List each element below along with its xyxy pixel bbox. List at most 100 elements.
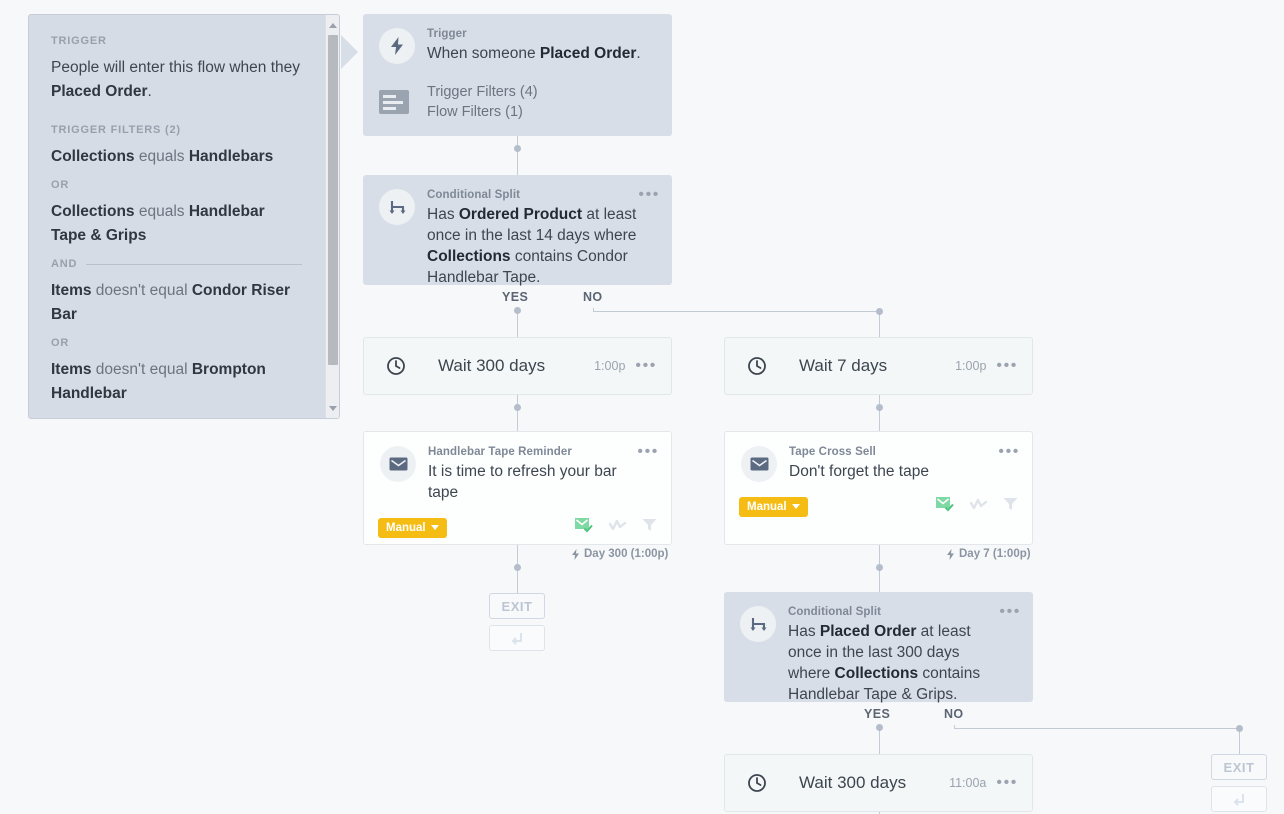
wait-card-bottom[interactable]: Wait 300 days 11:00a ••• <box>724 754 1033 812</box>
split-card-header: Conditional Split Has Placed Order at le… <box>724 592 1033 719</box>
split-text-1: Has <box>788 623 820 640</box>
send-mode-dropdown[interactable]: Manual <box>378 517 447 538</box>
filter-joiner-text: OR <box>51 179 70 191</box>
email-card-header: Tape Cross Sell Don't forget the tape <box>725 432 1032 488</box>
connector-dot <box>514 564 521 571</box>
filter-field: Items <box>51 282 92 299</box>
analytics-icon[interactable] <box>608 519 627 537</box>
trigger-filters-count[interactable]: Trigger Filters (4) <box>427 82 538 102</box>
exit-button-left[interactable]: EXIT <box>489 593 545 619</box>
wait-card-yes[interactable]: Wait 300 days 1:00p ••• <box>363 337 672 395</box>
email-card-subject: It is time to refresh your bar tape <box>428 463 617 501</box>
scroll-up-icon[interactable] <box>326 17 339 33</box>
send-mode-dropdown[interactable]: Manual <box>739 496 808 517</box>
split-metric-2: Collections <box>834 665 919 682</box>
filter-joiner-text: OR <box>51 337 70 349</box>
connector-dot <box>514 307 521 314</box>
flow-filters-count[interactable]: Flow Filters (1) <box>427 102 538 122</box>
card-menu-button[interactable]: ••• <box>996 774 1018 792</box>
trigger-filters-row[interactable]: Trigger Filters (4) Flow Filters (1) <box>363 78 672 136</box>
trigger-description: People will enter this flow when they Pl… <box>51 56 302 104</box>
connector-dot <box>876 404 883 411</box>
card-menu-button[interactable]: ••• <box>635 357 657 375</box>
card-menu-button[interactable]: ••• <box>999 604 1021 620</box>
card-menu-button[interactable]: ••• <box>637 444 659 460</box>
filter-joiner: OR <box>51 337 302 349</box>
connector-dot <box>876 564 883 571</box>
exit-button-right[interactable]: EXIT <box>1211 754 1267 780</box>
email-sent-icon[interactable] <box>575 517 593 538</box>
split-card-text: Has Ordered Product at least once in the… <box>427 204 638 288</box>
split-branch-icon <box>740 606 776 642</box>
analytics-glyph <box>608 519 627 530</box>
trigger-description-prefix: People will enter this flow when they <box>51 59 300 76</box>
email-status-icons <box>936 496 1018 517</box>
lightning-bolt-icon <box>572 548 579 560</box>
filter-condition: Items doesn't equal Condor Riser Bar <box>51 279 302 327</box>
email-card-footer: Manual <box>725 488 1032 531</box>
trigger-text-prefix: When someone <box>427 45 540 62</box>
card-menu-button[interactable]: ••• <box>638 187 660 203</box>
split-card-body: Conditional Split Has Ordered Product at… <box>427 189 656 288</box>
wait-card-no[interactable]: Wait 7 days 1:00p ••• <box>724 337 1033 395</box>
panel-pointer-caret <box>341 35 358 69</box>
filter-joiner: OR <box>51 179 302 191</box>
connector-line <box>593 311 880 312</box>
trigger-card-body: Trigger When someone Placed Order. <box>427 28 656 64</box>
flow-canvas: TRIGGER People will enter this flow when… <box>0 0 1284 814</box>
filter-value: Handlebars <box>188 148 274 165</box>
split-metric-1: Ordered Product <box>458 206 583 223</box>
add-step-button-left[interactable] <box>489 625 545 651</box>
email-card-body: Handlebar Tape Reminder It is time to re… <box>428 446 655 503</box>
wait-card-time: 1:00p <box>955 359 987 373</box>
add-branch-icon <box>511 632 522 645</box>
wait-card-time: 11:00a <box>949 776 987 790</box>
filter-field: Collections <box>51 148 135 165</box>
email-card-right[interactable]: ••• Tape Cross Sell Don't forget the tap… <box>724 431 1033 545</box>
scroll-down-icon[interactable] <box>326 400 339 416</box>
split-text-1: Has <box>427 206 459 223</box>
wait-card-title: Wait 300 days <box>438 356 546 375</box>
filter-icon[interactable] <box>1003 497 1018 516</box>
wait-card-row: Wait 300 days 11:00a ••• <box>725 755 1032 811</box>
trigger-card[interactable]: Trigger When someone Placed Order. Trigg… <box>363 14 672 136</box>
clock-icon <box>739 348 775 384</box>
filter-field: Items <box>51 361 92 378</box>
trigger-details-panel: TRIGGER People will enter this flow when… <box>28 14 340 419</box>
split-card-header: Conditional Split Has Ordered Product at… <box>363 175 672 302</box>
scrollbar-thumb[interactable] <box>328 35 338 365</box>
analytics-icon[interactable] <box>969 498 988 516</box>
card-menu-button[interactable]: ••• <box>998 444 1020 460</box>
add-step-button-right[interactable] <box>1211 786 1267 812</box>
split-card-body: Conditional Split Has Placed Order at le… <box>788 606 1017 705</box>
filter-joiner: AND <box>51 258 302 270</box>
email-left-daystamp-text: Day 300 (1:00p) <box>584 548 669 560</box>
filter-icon[interactable] <box>642 518 657 537</box>
connector-line <box>954 728 1240 729</box>
email-card-left[interactable]: ••• Handlebar Tape Reminder It is time t… <box>363 431 672 545</box>
envelope-icon <box>741 446 777 482</box>
trigger-section-label: TRIGGER <box>51 35 107 47</box>
lightning-bolt-icon <box>947 548 954 560</box>
analytics-glyph <box>969 498 988 509</box>
trigger-card-kicker: Trigger <box>427 28 467 40</box>
email-card-footer: Manual <box>364 509 671 552</box>
split-metric-1: Placed Order <box>819 623 917 640</box>
connector-dot <box>514 404 521 411</box>
card-menu-button[interactable]: ••• <box>996 357 1018 375</box>
email-right-daystamp: Day 7 (1:00p) <box>946 548 1031 560</box>
email-sent-glyph <box>936 497 954 512</box>
email-sent-icon[interactable] <box>936 496 954 517</box>
conditional-split-card-2[interactable]: ••• Conditional Split Has Placed Order a… <box>724 592 1033 703</box>
filter-operator: doesn't equal <box>91 282 192 299</box>
sidebar-scrollbar[interactable] <box>325 15 339 418</box>
wait-card-row: Wait 300 days 1:00p ••• <box>364 338 671 394</box>
split-branch-icon <box>379 189 415 225</box>
filter-condition: Items doesn't equal Brompton Handlebar <box>51 358 302 406</box>
envelope-glyph <box>389 457 407 471</box>
filter-joiner-text: AND <box>51 258 78 270</box>
conditional-split-card-1[interactable]: ••• Conditional Split Has Ordered Produc… <box>363 175 672 286</box>
email-card-subject: Don't forget the tape <box>789 463 929 480</box>
lightning-bolt-glyph <box>391 37 403 55</box>
filter-condition: Collections equals Handlebar Tape & Grip… <box>51 200 302 248</box>
